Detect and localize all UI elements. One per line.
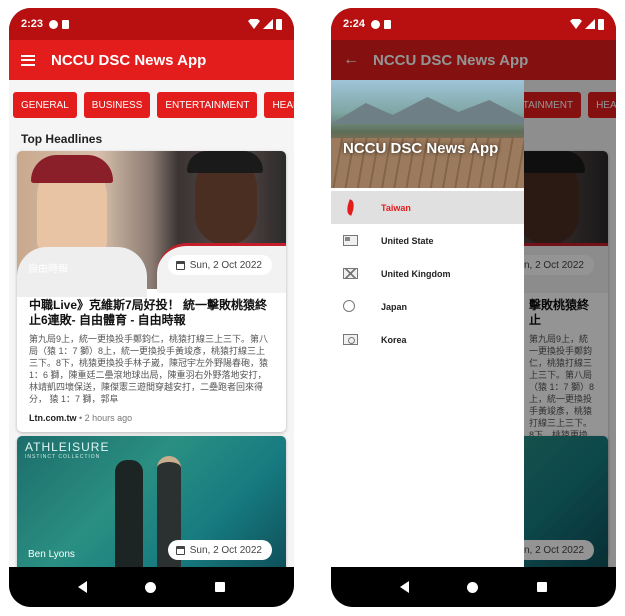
wifi-icon (248, 19, 260, 29)
drawer-item-label: United Kingdom (381, 268, 451, 279)
drawer-item-united-state[interactable]: United State (331, 224, 524, 257)
nav-recents-icon[interactable] (536, 582, 547, 592)
chip-business[interactable]: BUSINESS (83, 92, 151, 118)
article-headline: 中職Live》克維斯7局好投！ 統一擊敗桃猿終止6連敗- 自由體育 - 自由時報 (29, 298, 268, 327)
drawer-header: NCCU DSC News App (331, 80, 524, 188)
date-text: Sun, 2 Oct 2022 (189, 544, 262, 556)
drawer-item-label: Korea (381, 334, 407, 345)
drawer-title: NCCU DSC News App (343, 140, 499, 157)
sd-card-icon (62, 19, 70, 29)
signal-icon (585, 19, 595, 29)
date-badge: Sun, 2 Oct 2022 (167, 255, 272, 275)
image-caption: Ben Lyons (28, 549, 75, 560)
phone-right: 2:24 ← NCCU DSC News App ENTERTAINMENT H… (331, 8, 616, 607)
calendar-icon (175, 545, 185, 555)
status-time: 2:24 (343, 18, 366, 30)
battery-icon (276, 18, 282, 30)
drawer-item-taiwan[interactable]: Taiwan (331, 191, 524, 224)
nav-home-icon[interactable] (467, 581, 479, 593)
article-image: ATHLEISURE INSTINCT COLLECTION Ben Lyons… (17, 436, 286, 567)
chip-health[interactable]: HEALTH (264, 92, 294, 118)
battery-icon (598, 18, 604, 30)
japan-flower-icon (343, 300, 355, 312)
phone-left: 2:23 NCCU DSC News App GENERAL BUSINESS … (9, 8, 294, 607)
article-image: 自由時報 Sun, 2 Oct 2022 (17, 151, 286, 297)
status-time: 2:23 (21, 18, 44, 30)
app-bar: NCCU DSC News App (9, 40, 294, 80)
drawer-item-label: Taiwan (381, 202, 411, 213)
date-text: Sun, 2 Oct 2022 (189, 259, 262, 271)
image-caption: 自由時報 (28, 264, 68, 275)
article-meta: Ltn.com.tw • 2 hours ago (29, 413, 133, 423)
nav-home-icon[interactable] (145, 581, 157, 593)
uk-flag-icon (343, 268, 358, 279)
nav-recents-icon[interactable] (214, 582, 225, 592)
news-card[interactable]: 自由時報 Sun, 2 Oct 2022 中職Live》克維斯7局好投！ 統一擊… (17, 151, 286, 432)
image-brand-text: ATHLEISURE (25, 440, 110, 454)
date-badge: Sun, 2 Oct 2022 (167, 540, 272, 560)
sd-card-icon (384, 19, 392, 29)
taiwan-icon (344, 199, 357, 216)
wifi-icon (570, 19, 582, 29)
article-description: 第九局9上，統一更換投手鄭鈞仁，桃猿打線三上三下。第八局（猿 1：7 獅）8上，… (29, 334, 269, 404)
chip-general[interactable]: GENERAL (13, 92, 77, 118)
notification-icon (49, 19, 59, 29)
menu-icon[interactable] (21, 54, 35, 66)
drawer-item-japan[interactable]: Japan (331, 290, 524, 323)
drawer-item-united-kingdom[interactable]: United Kingdom (331, 257, 524, 290)
system-nav-bar (9, 567, 294, 607)
nav-back-icon[interactable] (78, 581, 88, 593)
image-brand-subtext: INSTINCT COLLECTION (25, 454, 101, 460)
drawer-item-label: Japan (381, 301, 408, 312)
category-chips: GENERAL BUSINESS ENTERTAINMENT HEALTH (13, 92, 294, 118)
drawer-item-korea[interactable]: Korea (331, 323, 524, 356)
main-content[interactable]: GENERAL BUSINESS ENTERTAINMENT HEALTH To… (9, 80, 294, 567)
navigation-drawer: NCCU DSC News App Taiwan United State Un… (331, 80, 524, 567)
drawer-item-label: United State (381, 235, 434, 246)
article-source: Ltn.com.tw (29, 413, 77, 423)
status-bar: 2:24 (331, 8, 616, 40)
section-title: Top Headlines (21, 132, 103, 146)
notification-icon (371, 19, 381, 29)
nav-back-icon[interactable] (400, 581, 410, 593)
us-flag-icon (343, 235, 358, 246)
calendar-icon (175, 260, 185, 270)
article-time: 2 hours ago (84, 413, 133, 423)
system-nav-bar (331, 567, 616, 607)
app-title: NCCU DSC News App (51, 51, 207, 69)
chip-entertainment[interactable]: ENTERTAINMENT (157, 92, 258, 118)
signal-icon (263, 19, 273, 29)
news-card[interactable]: ATHLEISURE INSTINCT COLLECTION Ben Lyons… (17, 436, 286, 567)
korea-flag-icon (343, 334, 358, 345)
status-bar: 2:23 (9, 8, 294, 40)
